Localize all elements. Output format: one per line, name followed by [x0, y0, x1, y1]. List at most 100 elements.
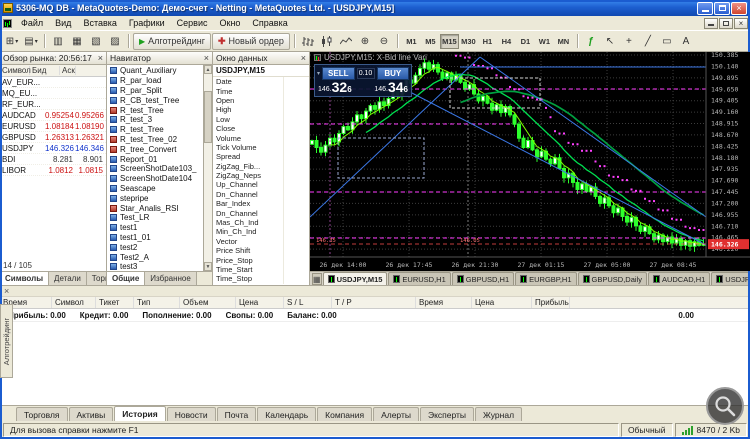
toolbox-tab[interactable]: Почта: [216, 407, 257, 421]
navigator-item[interactable]: R_CB_test_Tree: [110, 95, 202, 105]
navigator-item[interactable]: Report_01: [110, 154, 202, 164]
navigator-item[interactable]: Quant_Auxiliary: [110, 66, 202, 76]
panel-tab[interactable]: Общие: [107, 272, 146, 285]
panel-tab[interactable]: Детали: [49, 272, 87, 285]
menu-item[interactable]: Справка: [246, 17, 293, 29]
timeframe-button[interactable]: M1: [402, 34, 421, 49]
navigator-item[interactable]: stepripe: [110, 193, 202, 203]
navigator-item[interactable]: test3: [110, 262, 202, 271]
menu-item[interactable]: Графики: [123, 17, 171, 29]
toolbox-tab[interactable]: Календарь: [257, 407, 317, 421]
child-minimize-button[interactable]: [704, 17, 718, 29]
menu-item[interactable]: Вид: [49, 17, 77, 29]
navigator-scrollbar[interactable]: ▲ ▼: [203, 65, 212, 271]
bar-chart-button[interactable]: [299, 33, 317, 50]
timeframe-button[interactable]: M30: [459, 34, 478, 49]
scroll-down-arrow[interactable]: ▼: [204, 262, 212, 271]
line-chart-button[interactable]: [337, 33, 355, 50]
navigator-item[interactable]: R_par_load: [110, 76, 202, 86]
menu-item[interactable]: Файл: [15, 17, 49, 29]
timeframe-button[interactable]: D1: [516, 34, 535, 49]
scroll-up-arrow[interactable]: ▲: [204, 65, 212, 74]
toolbox-tab[interactable]: Алерты: [373, 407, 419, 421]
close-icon[interactable]: ×: [301, 53, 306, 63]
toolbox-tab[interactable]: Торговля: [16, 407, 68, 421]
candlestick-button[interactable]: [318, 33, 336, 50]
maximize-button[interactable]: [714, 1, 730, 15]
market-watch-row[interactable]: MQ_EU...: [0, 88, 106, 99]
timeframe-button[interactable]: W1: [535, 34, 554, 49]
chart-tab[interactable]: GBPUSD,Daily: [577, 272, 647, 285]
panel-tab[interactable]: Символы: [0, 272, 50, 285]
new-chart-button[interactable]: ⊞ ▾: [3, 33, 21, 50]
indicators-button[interactable]: ƒ: [582, 33, 600, 50]
navigator-item[interactable]: R_test_3: [110, 115, 202, 125]
zoom-overlay-button[interactable]: [706, 387, 744, 425]
new-order-button[interactable]: ✚ Новый ордер: [212, 32, 290, 50]
market-watch-toggle-button[interactable]: ▥: [49, 33, 67, 50]
volume-input[interactable]: 0.10: [356, 68, 375, 79]
rectangle-button[interactable]: ▭: [658, 33, 676, 50]
column-header[interactable]: Символ: [52, 297, 96, 308]
algo-trading-button[interactable]: ▶ Алготрейдинг: [133, 32, 211, 50]
chart-tab[interactable]: EURGBP,H1: [515, 272, 577, 285]
toolbox-tab[interactable]: Новости: [166, 407, 216, 421]
navigator-item[interactable]: test1: [110, 223, 202, 233]
panel-tab[interactable]: Избранное: [145, 272, 197, 285]
close-icon[interactable]: ×: [4, 286, 9, 296]
market-watch-row[interactable]: BDI 8.281 8.901: [0, 154, 106, 165]
status-connection[interactable]: 8470 / 2 Kb: [674, 423, 747, 437]
chevron-down-icon[interactable]: ▾: [317, 70, 320, 77]
market-watch-row[interactable]: LIBOR 1.0812 1.0815: [0, 165, 106, 176]
chart-tab[interactable]: USDJPY,M15: [322, 272, 388, 285]
column-header[interactable]: Время: [416, 297, 472, 308]
column-header[interactable]: Тип: [134, 297, 180, 308]
navigator-item[interactable]: R_test_Tree_02: [110, 135, 202, 145]
market-watch-row[interactable]: EURUSD 1.08184 1.08190: [0, 121, 106, 132]
column-header[interactable]: Бид: [30, 66, 60, 75]
child-restore-button[interactable]: [719, 17, 733, 29]
timeframe-button[interactable]: H1: [478, 34, 497, 49]
toolbox-tab[interactable]: История: [114, 406, 166, 421]
market-watch-row[interactable]: RF_EUR...: [0, 99, 106, 110]
chart-tab[interactable]: AUDCAD,H1: [647, 272, 711, 285]
navigator-item[interactable]: test2: [110, 242, 202, 252]
menu-item[interactable]: Вставка: [77, 17, 122, 29]
column-header[interactable]: Цена: [236, 297, 284, 308]
toolbox-toggle-button[interactable]: ▨: [106, 33, 124, 50]
navigator-item[interactable]: R_test_Tree: [110, 105, 202, 115]
toolbox-tab[interactable]: Эксперты: [419, 407, 475, 421]
timeframe-button[interactable]: M5: [421, 34, 440, 49]
cursor-button[interactable]: ↖: [601, 33, 619, 50]
toolbox-tab[interactable]: Журнал: [475, 407, 523, 421]
navigator-item[interactable]: Seascape: [110, 184, 202, 194]
crosshair-button[interactable]: +: [620, 33, 638, 50]
minimize-button[interactable]: [697, 1, 713, 15]
column-header[interactable]: Аск: [60, 66, 76, 75]
navigator-item[interactable]: ScreenShotDate103_: [110, 164, 202, 174]
scrollbar-thumb[interactable]: [204, 91, 212, 143]
tile-windows-button[interactable]: ▦: [312, 273, 322, 285]
menu-item[interactable]: Окно: [214, 17, 247, 29]
column-header[interactable]: Цена: [472, 297, 532, 308]
chart-tab[interactable]: GBPUSD,H1: [451, 272, 515, 285]
panel-tab[interactable]: Торговля: [86, 272, 106, 285]
column-header[interactable]: S / L: [284, 297, 332, 308]
menu-item[interactable]: Сервис: [171, 17, 214, 29]
zoom-out-button[interactable]: ⊖: [375, 33, 393, 50]
close-icon[interactable]: ×: [98, 53, 103, 63]
child-close-button[interactable]: ×: [734, 17, 748, 29]
docked-panel-tab[interactable]: Алготрейдинг: [0, 304, 13, 378]
navigator-item[interactable]: Star_Analis_RSI: [110, 203, 202, 213]
timeframe-button[interactable]: H4: [497, 34, 516, 49]
navigator-item[interactable]: test1_01: [110, 233, 202, 243]
price-chart[interactable]: 146.35 146.05 150.385 150.140 149.895 149.6…: [310, 52, 750, 271]
navigator-toggle-button[interactable]: ▧: [87, 33, 105, 50]
title-bar[interactable]: 5306-MQ DB - MetaQuotes-Demo: Демо-счет …: [0, 0, 750, 16]
navigator-item[interactable]: Test2_A: [110, 252, 202, 262]
close-icon[interactable]: ×: [204, 53, 209, 63]
market-watch-row[interactable]: AV_EUR...: [0, 77, 106, 88]
column-header[interactable]: Символ: [0, 66, 31, 75]
market-watch-row[interactable]: USDJPY 146.326 146.346: [0, 143, 106, 154]
column-header[interactable]: Прибыль: [532, 297, 570, 308]
